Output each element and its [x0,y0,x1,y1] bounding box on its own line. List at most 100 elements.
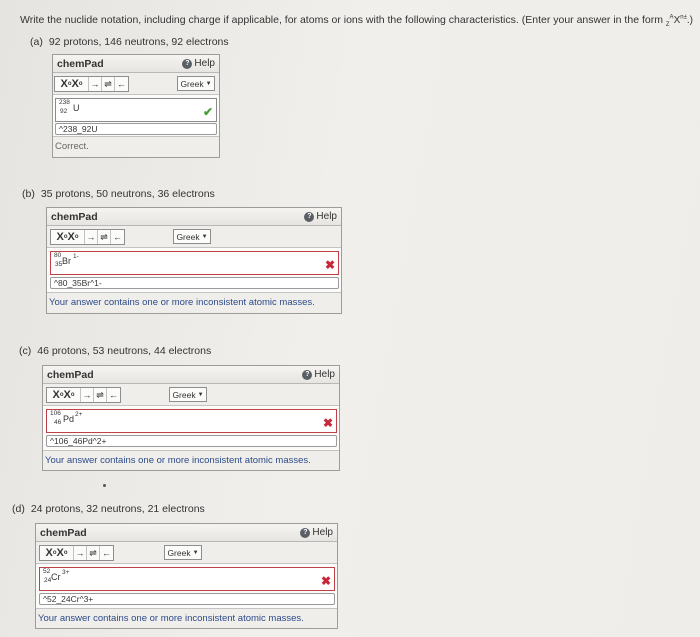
tool-group: XoXo → ⇌ ← [50,229,125,245]
answer-editor[interactable]: 106 46 Pd 2+ ✖ [46,409,337,433]
help-label: Help [312,527,333,538]
x-mark-icon: ✖ [320,574,331,588]
chempad-toolbar: XoXo → ⇌ ← Greek ▼ [36,542,337,564]
back-arrow-button[interactable]: ← [115,77,128,91]
greek-label: Greek [167,547,191,558]
reaction-arrow-button[interactable]: → [74,546,87,560]
equilibrium-arrow-button[interactable]: ⇌ [98,230,111,244]
part-c-label: (c) 46 protons, 53 neutrons, 44 electrons [19,345,211,357]
tool-group: XoXo → ⇌ ← [54,76,129,92]
nuclide-charge: 3+ [62,569,70,576]
chempad-d: chemPad ? Help XoXo → ⇌ ← Greek ▼ 52 24 Cr… [35,523,338,629]
answer-text-field[interactable]: ^80_35Br^1- [50,277,339,289]
help-circle-icon: ? [300,527,311,538]
help-label: Help [314,369,335,380]
equilibrium-arrow-button[interactable]: ⇌ [87,546,100,560]
instructions-text: Write the nuclide notation, including ch… [20,14,663,26]
answer-editor[interactable]: 80 35 Br 1- ✖ [50,251,339,275]
caret-down-icon: ▼ [205,80,212,87]
tool-group: XoXo → ⇌ ← [39,545,114,561]
answer-editor[interactable]: 238 92 U ✔ [55,98,217,122]
back-arrow-button[interactable]: ← [100,546,113,560]
help-label: Help [194,58,215,69]
chempad-body: 52 24 Cr 3+ ✖ ^52_24Cr^3+ Your answer co… [36,564,337,628]
part-description: 92 protons, 146 neutrons, 92 electrons [48,36,229,48]
part-a-label: (a) 92 protons, 146 neutrons, 92 electron… [30,36,229,48]
nuclide-symbol: Pd [63,414,75,424]
chempad-header: chemPad ? Help [36,524,337,542]
help-button[interactable]: ? Help [302,369,335,380]
checkmark-icon: ✔ [202,105,213,119]
nuclide-template-button[interactable]: XoXo [40,546,74,560]
chempad-b: chemPad ? Help XoXo → ⇌ ← Greek ▼ 80 35 Br… [46,207,342,314]
chempad-title: chemPad [51,210,98,223]
part-letter: (c) [19,345,32,357]
feedback-text: Your answer contains one or more inconsi… [45,455,311,466]
part-letter: (d) [12,503,25,515]
part-d-label: (d) 24 protons, 32 neutrons, 21 electrons [12,503,205,515]
reaction-arrow-button[interactable]: → [85,230,98,244]
greek-dropdown[interactable]: Greek ▼ [173,229,211,244]
chempad-toolbar: XoXo → ⇌ ← Greek ▼ [47,226,341,248]
chempad-title: chemPad [40,526,87,539]
feedback-area: Correct. [53,136,219,157]
reaction-arrow-button[interactable]: → [89,77,102,91]
part-description: 35 protons, 50 neutrons, 36 electrons [40,188,215,200]
feedback-area: Your answer contains one or more inconsi… [47,292,341,313]
help-button[interactable]: ? Help [304,211,337,222]
answer-text-field[interactable]: ^238_92U [55,123,217,135]
chempad-header: chemPad ? Help [47,208,341,226]
nuclide-mass: 80 [54,252,62,259]
chempad-body: 238 92 U ✔ ^238_92U Correct. [53,95,219,157]
nuclide-template-button[interactable]: XoXo [47,388,81,402]
chempad-header: chemPad ? Help [53,55,219,73]
nuclide-atomic-number: 46 [54,419,62,426]
part-b-label: (b) 35 protons, 50 neutrons, 36 electrons [22,188,215,200]
nuclide-template-button[interactable]: XoXo [55,77,89,91]
stray-dot [103,484,106,487]
nuclide-mass: 238 [59,99,70,106]
answer-editor[interactable]: 52 24 Cr 3+ ✖ [39,567,335,591]
feedback-area: Your answer contains one or more inconsi… [43,450,339,470]
chempad-title: chemPad [47,368,94,381]
feedback-text: Your answer contains one or more inconsi… [49,297,315,308]
greek-dropdown[interactable]: Greek ▼ [177,76,215,91]
x-mark-icon: ✖ [322,416,333,430]
form-end: .) [686,15,693,26]
feedback-text: Your answer contains one or more inconsi… [38,613,304,624]
reaction-arrow-button[interactable]: → [81,388,94,402]
chempad-body: 80 35 Br 1- ✖ ^80_35Br^1- Your answer co… [47,248,341,313]
nuclide-template-button[interactable]: XoXo [51,230,85,244]
part-description: 46 protons, 53 neutrons, 44 electrons [37,345,212,357]
caret-down-icon: ▼ [192,549,199,556]
chempad-toolbar: XoXo → ⇌ ← Greek ▼ [53,73,219,95]
back-arrow-button[interactable]: ← [107,388,120,402]
answer-text-field[interactable]: ^106_46Pd^2+ [46,435,337,447]
answer-text-field[interactable]: ^52_24Cr^3+ [39,593,335,605]
chempad-c: chemPad ? Help XoXo → ⇌ ← Greek ▼ 106 46 P… [42,365,340,471]
nuclide-symbol: U [73,103,80,113]
caret-down-icon: ▼ [197,391,204,398]
chempad-title: chemPad [57,57,104,70]
greek-dropdown[interactable]: Greek ▼ [164,545,202,560]
back-arrow-button[interactable]: ← [111,230,124,244]
nuclide-mass: 52 [43,568,51,575]
help-button[interactable]: ? Help [300,527,333,538]
equilibrium-arrow-button[interactable]: ⇌ [94,388,107,402]
nuclide-mass: 106 [50,410,61,417]
chempad-body: 106 46 Pd 2+ ✖ ^106_46Pd^2+ Your answer … [43,406,339,470]
x-mark-icon: ✖ [324,258,335,272]
help-circle-icon: ? [304,211,315,222]
nuclide-symbol: Br [62,256,71,266]
help-circle-icon: ? [302,369,313,380]
help-label: Help [316,211,337,222]
help-button[interactable]: ? Help [182,58,215,69]
instructions: Write the nuclide notation, including ch… [20,14,693,28]
nuclide-symbol: Cr [51,572,61,582]
nuclide-atomic-number: 92 [60,108,68,115]
form-atomic: Z [665,22,670,28]
tool-group: XoXo → ⇌ ← [46,387,121,403]
nuclide-charge: 1- [73,253,79,260]
greek-dropdown[interactable]: Greek ▼ [169,387,207,402]
equilibrium-arrow-button[interactable]: ⇌ [102,77,115,91]
